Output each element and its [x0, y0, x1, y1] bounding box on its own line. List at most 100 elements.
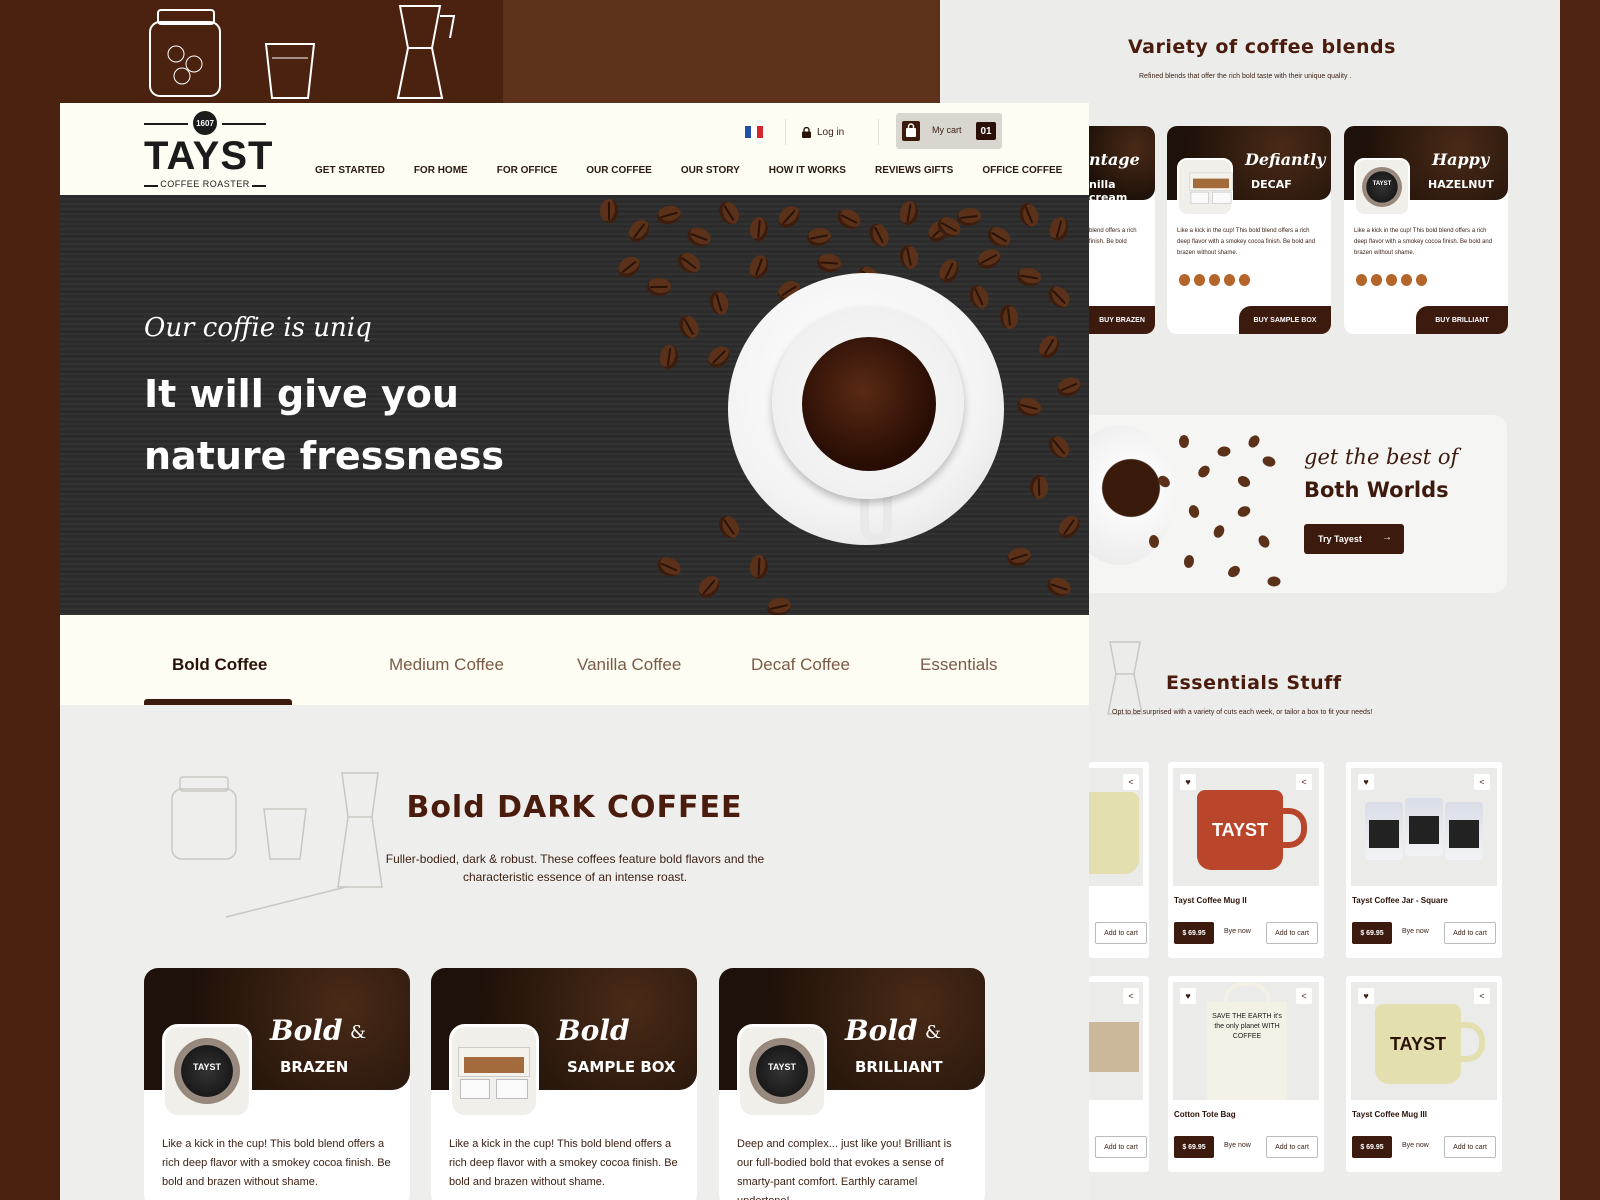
tab-bold-coffee[interactable]: Bold Coffee	[172, 655, 267, 675]
card-script-title: Bold	[845, 1014, 918, 1047]
hero-banner: Our coffie is uniq It will give you natu…	[60, 195, 1089, 615]
nav-reviews-gifts[interactable]: REVIEWS GIFTS	[875, 165, 953, 176]
heart-icon[interactable]: ♥	[1180, 774, 1196, 790]
add-to-cart-button[interactable]: Add to cart	[1266, 922, 1318, 944]
essentials-card-partial-2[interactable]: < Add to cart	[1089, 976, 1149, 1172]
buy-now-link[interactable]: Bye now	[1402, 1142, 1429, 1149]
essentials-card-tote-bag[interactable]: SAVE THE EARTH it's the only planet WITH…	[1168, 976, 1324, 1172]
jar-doodle-icon	[149, 9, 221, 97]
moka-pot-doodle-icon	[1107, 641, 1143, 715]
tote-bag-image: SAVE THE EARTH it's the only planet WITH…	[1207, 982, 1287, 1100]
lock-icon	[802, 126, 811, 138]
try-tayest-label: Try Tayest	[1318, 534, 1362, 544]
buy-now-link[interactable]: Bye now	[1224, 928, 1251, 935]
add-to-cart-button[interactable]: Add to cart	[1266, 1136, 1318, 1158]
share-icon[interactable]: <	[1296, 774, 1312, 790]
nav-our-coffee[interactable]: OUR COFFEE	[586, 165, 652, 176]
variety-card-hazelnut[interactable]: Happy HAZELNUT Like a kick in the cup! T…	[1344, 126, 1508, 334]
variety-card-decaf[interactable]: Defiantly DECAF Like a kick in the cup! …	[1167, 126, 1331, 334]
buy-now-link[interactable]: Bye now	[1224, 1142, 1251, 1149]
essentials-card-mug-iii[interactable]: TAYST ♥ < Tayst Coffee Mug III $ 69.95 B…	[1346, 976, 1502, 1172]
product-title: Tayst Coffee Jar - Square	[1352, 896, 1448, 905]
coffee-bean	[1235, 473, 1253, 490]
tayst-logo[interactable]: 1607 TAYST COFFEE ROASTER	[144, 111, 272, 191]
product-thumbnail	[449, 1024, 539, 1118]
buy-brazen-button[interactable]: BUY BRAZEN	[1089, 306, 1155, 334]
product-title: Tayst Coffee Mug II	[1174, 896, 1247, 905]
tab-essentials[interactable]: Essentials	[920, 655, 997, 675]
heart-icon[interactable]: ♥	[1358, 988, 1374, 1004]
tab-decaf-coffee[interactable]: Decaf Coffee	[751, 655, 850, 675]
card-product-name: SAMPLE BOX	[567, 1058, 676, 1076]
product-thumbnail	[1354, 158, 1410, 216]
share-icon[interactable]: <	[1123, 988, 1139, 1004]
coffee-bean	[1211, 523, 1227, 540]
jar-image	[1405, 798, 1443, 856]
product-card-bold-sample-box[interactable]: Bold SAMPLE BOX Like a kick in the cup! …	[431, 968, 697, 1200]
nav-how-it-works[interactable]: HOW IT WORKS	[769, 165, 846, 176]
product-card-bold-brilliant[interactable]: Bold & BRILLIANT Deep and complex... jus…	[719, 968, 985, 1200]
coffee-bean	[1216, 445, 1232, 458]
bold-section-title: Bold DARK COFFEE	[406, 790, 743, 825]
cup-image	[1089, 425, 1175, 565]
buy-now-link[interactable]: Bye now	[1402, 928, 1429, 935]
glass-doodle-icon	[264, 43, 316, 99]
nav-get-started[interactable]: GET STARTED	[315, 165, 385, 176]
nav-for-office[interactable]: FOR OFFICE	[497, 165, 558, 176]
heart-icon[interactable]: ♥	[1358, 774, 1374, 790]
variety-card-vanilla-partial[interactable]: ntage nilla cream blend offers a rich fi…	[1089, 126, 1155, 334]
card-product-name: HAZELNUT	[1428, 178, 1494, 191]
coffee-bean	[1267, 576, 1281, 587]
product-thumbnail	[737, 1024, 827, 1118]
card-product-name: BRAZEN	[280, 1058, 349, 1076]
add-to-cart-button[interactable]: Add to cart	[1095, 1136, 1147, 1158]
share-icon[interactable]: <	[1296, 988, 1312, 1004]
buy-brilliant-button[interactable]: BUY BRILLIANT	[1416, 306, 1508, 334]
tab-medium-coffee[interactable]: Medium Coffee	[389, 655, 504, 675]
share-icon[interactable]: <	[1474, 774, 1490, 790]
add-to-cart-button[interactable]: Add to cart	[1444, 1136, 1496, 1158]
share-icon[interactable]: <	[1123, 774, 1139, 790]
price-badge: $ 69.95	[1352, 922, 1392, 944]
login-link[interactable]: Log in	[802, 122, 844, 142]
hero-tagline: Our coffie is uniq	[144, 313, 372, 343]
card-description: Like a kick in the cup! This bold blend …	[1354, 228, 1493, 256]
add-to-cart-button[interactable]: Add to cart	[1444, 922, 1496, 944]
essentials-card-jar-square[interactable]: ♥ < Tayst Coffee Jar - Square $ 69.95 By…	[1346, 762, 1502, 958]
language-flag-icon[interactable]	[745, 126, 763, 138]
site-header: 1607 TAYST COFFEE ROASTER Log in My cart…	[60, 103, 1089, 195]
variety-title: Variety of coffee blends	[1128, 36, 1396, 58]
essentials-card-partial-1[interactable]: < Add to cart	[1089, 762, 1149, 958]
product-thumbnail	[162, 1024, 252, 1118]
coffee-category-tabs: Bold Coffee Medium Coffee Vanilla Coffee…	[60, 615, 1089, 705]
coffee-bean	[1256, 533, 1272, 550]
buy-sample-box-button[interactable]: BUY SAMPLE BOX	[1239, 306, 1331, 334]
coffee-bean	[1183, 554, 1195, 569]
coffee-bean	[1246, 433, 1262, 450]
share-icon[interactable]: <	[1474, 988, 1490, 1004]
heart-icon[interactable]: ♥	[1180, 988, 1196, 1004]
nav-our-story[interactable]: OUR STORY	[681, 165, 740, 176]
strength-rating	[1179, 274, 1250, 286]
essentials-card-mug-ii[interactable]: TAYST ♥ < Tayst Coffee Mug II $ 69.95 By…	[1168, 762, 1324, 958]
add-to-cart-button[interactable]: Add to cart	[1095, 922, 1147, 944]
background-top-middle	[503, 0, 940, 104]
try-tayest-button[interactable]: Try Tayest →	[1304, 524, 1404, 554]
nav-for-home[interactable]: FOR HOME	[414, 165, 468, 176]
product-card-bold-brazen[interactable]: Bold & BRAZEN Like a kick in the cup! Th…	[144, 968, 410, 1200]
promo-bold-text: Both Worlds	[1304, 478, 1449, 502]
cart-bag-icon	[902, 121, 920, 141]
cart-button[interactable]: My cart 01	[896, 113, 1002, 149]
promo-headline: get the best of Both Worlds	[1304, 441, 1504, 507]
coffee-pod-image	[749, 1038, 815, 1104]
card-script-title: Happy	[1432, 150, 1490, 169]
box-image	[1089, 1022, 1139, 1072]
tab-vanilla-coffee[interactable]: Vanilla Coffee	[577, 655, 681, 675]
nav-office-coffee[interactable]: OFFICE COFFEE	[982, 165, 1062, 176]
essentials-title: Essentials Stuff	[1166, 672, 1342, 694]
logo-badge: 1607	[193, 111, 217, 135]
strength-rating	[1356, 274, 1427, 286]
main-page-frame: 1607 TAYST COFFEE ROASTER Log in My cart…	[60, 103, 1089, 1200]
essentials-subtitle: Opt to be surprised with a variety of cu…	[1112, 709, 1373, 716]
coffee-bean	[1236, 504, 1252, 519]
